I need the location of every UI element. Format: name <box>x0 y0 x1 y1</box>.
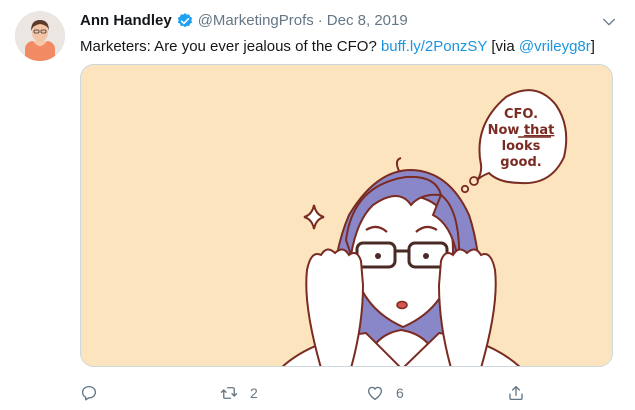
tweet-media[interactable]: CFO. Now that looks good. <box>80 64 613 367</box>
chevron-down-icon[interactable] <box>601 14 617 30</box>
action-bar: 2 6 <box>80 381 620 405</box>
reply-button[interactable] <box>80 381 110 405</box>
retweet-button[interactable]: 2 <box>220 381 258 405</box>
reply-icon <box>81 385 97 401</box>
verified-badge-icon <box>177 13 192 28</box>
avatar-image <box>15 11 65 61</box>
separator: · <box>317 12 323 29</box>
author-name[interactable]: Ann Handley <box>80 12 172 30</box>
tweet-mention[interactable]: @vrileyg8r <box>519 38 591 55</box>
like-button[interactable]: 6 <box>366 381 404 405</box>
speech-line-2: Now that <box>488 123 555 138</box>
tweet-link[interactable]: buff.ly/2PonzSY <box>381 38 487 55</box>
retweet-count: 2 <box>250 385 258 401</box>
author-handle[interactable]: @MarketingProfs <box>198 12 314 30</box>
tweet-header: Ann Handley @MarketingProfs · Dec 8, 201… <box>80 12 408 30</box>
speech-line-3: looks <box>502 139 541 154</box>
heart-icon <box>367 386 383 401</box>
speech-line-4: good. <box>500 155 541 170</box>
speech-line-1: CFO. <box>504 107 538 122</box>
avatar[interactable] <box>15 11 65 61</box>
retweet-icon <box>220 387 238 399</box>
tweet-text-part: Marketers: Are you ever jealous of the C… <box>80 38 381 55</box>
media-illustration: CFO. Now that looks good. <box>81 65 612 366</box>
like-count: 6 <box>396 385 404 401</box>
tweet-text: Marketers: Are you ever jealous of the C… <box>80 37 595 56</box>
share-button[interactable] <box>507 381 525 405</box>
tweet-date[interactable]: Dec 8, 2019 <box>327 12 408 30</box>
share-icon <box>509 385 523 401</box>
tweet-text-part: [via <box>487 38 519 55</box>
tweet-text-part: ] <box>590 38 595 55</box>
